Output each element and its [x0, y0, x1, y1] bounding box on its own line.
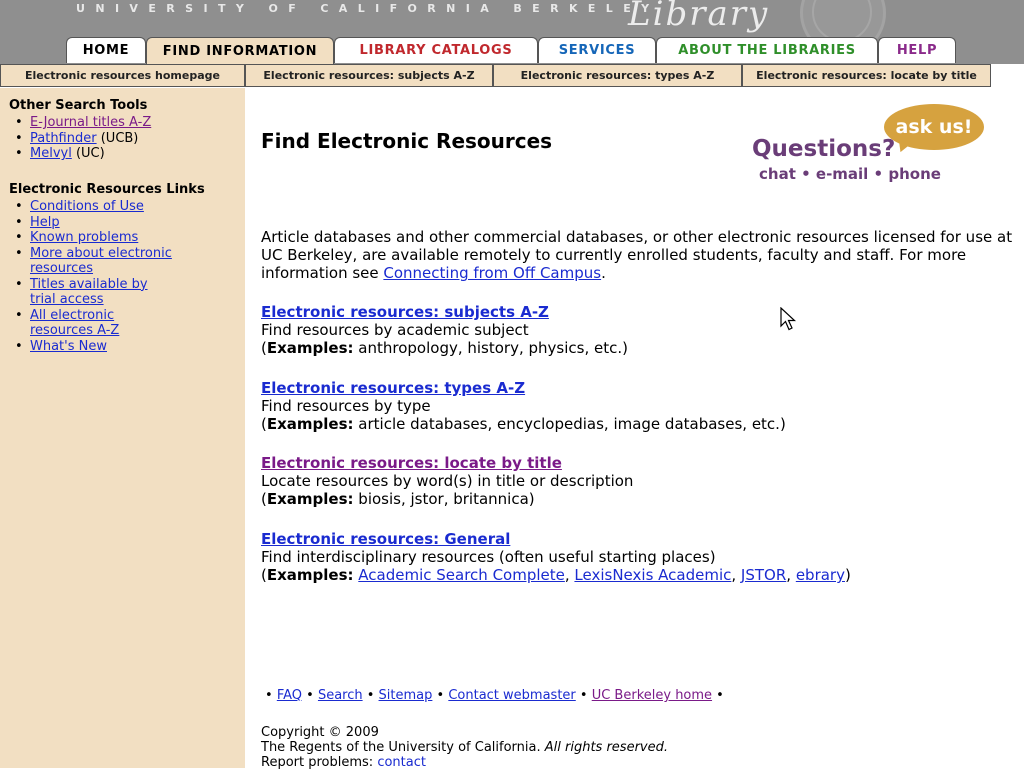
titles-trial-access-link[interactable]: Titles available by trial access — [30, 277, 148, 308]
rights-text: All rights reserved. — [544, 740, 668, 755]
help-link[interactable]: Help — [30, 215, 60, 230]
pathfinder-link[interactable]: Pathfinder — [30, 131, 97, 146]
intro-end: . — [601, 264, 606, 282]
academic-search-complete-link[interactable]: Academic Search Complete — [358, 566, 565, 584]
examples-label: Examples: — [266, 339, 354, 357]
examples-label: Examples: — [266, 415, 354, 433]
faq-link[interactable]: FAQ — [277, 688, 302, 703]
copyright: Copyright © 2009 The Regents of the Univ… — [261, 725, 668, 770]
list-item: Titles available by trial access — [9, 277, 170, 308]
intro-paragraph: Article databases and other commercial d… — [261, 228, 1016, 282]
intro-text: Article databases and other commercial d… — [261, 228, 1013, 282]
connecting-off-campus-link[interactable]: Connecting from Off Campus — [383, 264, 601, 282]
tab-find-information[interactable]: FIND INFORMATION — [146, 37, 334, 65]
examples-label: Examples: — [266, 490, 354, 508]
list-item: What's New — [9, 339, 209, 355]
subjects-a-z-link[interactable]: Electronic resources: subjects A-Z — [261, 303, 549, 321]
contact-webmaster-link[interactable]: Contact webmaster — [448, 688, 575, 703]
types-a-z-link[interactable]: Electronic resources: types A-Z — [261, 379, 525, 397]
page-title: Find Electronic Resources — [261, 129, 553, 153]
examples-text: biosis, jstor, britannica — [358, 490, 529, 508]
section-general: Electronic resources: General Find inter… — [261, 530, 851, 584]
ebrary-link[interactable]: ebrary — [796, 566, 845, 584]
copyright-line: The Regents of the University of Califor… — [261, 740, 668, 755]
section-description: Find resources by type — [261, 397, 431, 415]
electronic-resources-links-heading: Electronic Resources Links — [9, 182, 205, 197]
list-item: Help — [9, 215, 209, 231]
tab-library-catalogs[interactable]: LIBRARY CATALOGS — [334, 37, 538, 63]
section-subjects: Electronic resources: subjects A-Z Find … — [261, 303, 628, 357]
list-item: More about electronic resources — [9, 246, 195, 277]
section-examples: (Examples: article databases, encycloped… — [261, 415, 786, 433]
known-problems-link[interactable]: Known problems — [30, 230, 138, 245]
section-locate-by-title: Electronic resources: locate by title Lo… — [261, 454, 633, 508]
section-description: Find interdisciplinary resources (often … — [261, 548, 716, 566]
university-name: UNIVERSITY OF CALIFORNIA BERKELEY — [76, 2, 660, 15]
section-description: Find resources by academic subject — [261, 321, 529, 339]
subnav-subjects[interactable]: Electronic resources: subjects A-Z — [245, 64, 493, 87]
footer-links: • FAQ • Search • Sitemap • Contact webma… — [265, 688, 724, 703]
lexisnexis-academic-link[interactable]: LexisNexis Academic — [574, 566, 731, 584]
tab-home[interactable]: HOME — [66, 37, 146, 63]
section-description: Locate resources by word(s) in title or … — [261, 472, 634, 490]
tab-label: ABOUT THE LIBRARIES — [678, 43, 856, 58]
list-item: Melvyl (UC) — [9, 146, 151, 162]
melvyl-link[interactable]: Melvyl — [30, 146, 72, 161]
pathfinder-suffix: (UCB) — [96, 130, 139, 146]
list-item: Known problems — [9, 230, 209, 246]
regents-text: The Regents of the University of Califor… — [261, 740, 541, 755]
list-item: Conditions of Use — [9, 199, 209, 215]
electronic-resources-links-list: Conditions of Use Help Known problems Mo… — [9, 199, 209, 354]
subnav-homepage[interactable]: Electronic resources homepage — [0, 64, 245, 87]
list-item: E-Journal titles A-Z — [9, 115, 151, 131]
general-link[interactable]: Electronic resources: General — [261, 530, 510, 548]
tab-label: LIBRARY CATALOGS — [359, 43, 513, 58]
conditions-of-use-link[interactable]: Conditions of Use — [30, 199, 144, 214]
tab-label: HOME — [82, 43, 130, 58]
copyright-line: Copyright © 2009 — [261, 725, 379, 740]
other-search-tools-heading: Other Search Tools — [9, 98, 148, 113]
other-search-tools-list: E-Journal titles A-Z Pathfinder (UCB) Me… — [9, 115, 151, 162]
ask-us-label: ask us! — [895, 116, 973, 138]
list-item: Pathfinder (UCB) — [9, 131, 151, 147]
whats-new-link[interactable]: What's New — [30, 339, 107, 354]
ejournal-titles-link[interactable]: E-Journal titles A-Z — [30, 115, 151, 130]
examples-label: Examples: — [266, 566, 354, 584]
all-electronic-resources-link[interactable]: All electronic resources A-Z — [30, 308, 119, 339]
examples-text: anthropology, history, physics, etc. — [358, 339, 623, 357]
melvyl-suffix: (UC) — [71, 146, 105, 161]
examples-text: article databases, encyclopedias, image … — [358, 415, 780, 433]
section-examples: (Examples: biosis, jstor, britannica) — [261, 490, 535, 508]
contact-options[interactable]: chat • e-mail • phone — [759, 165, 941, 183]
locate-by-title-link[interactable]: Electronic resources: locate by title — [261, 454, 562, 472]
questions-heading[interactable]: Questions? — [752, 136, 895, 162]
sitemap-link[interactable]: Sitemap — [379, 688, 433, 703]
tab-label: FIND INFORMATION — [162, 44, 318, 59]
jstor-link[interactable]: JSTOR — [741, 566, 786, 584]
library-wordmark: Library — [628, 0, 770, 34]
subnav-types[interactable]: Electronic resources: types A-Z — [493, 64, 742, 87]
mouse-pointer-icon — [780, 307, 797, 331]
section-examples: (Examples: Academic Search Complete, Lex… — [261, 566, 851, 584]
tab-services[interactable]: SERVICES — [538, 37, 656, 63]
tab-about-the-libraries[interactable]: ABOUT THE LIBRARIES — [656, 37, 878, 63]
subnav-locate-by-title[interactable]: Electronic resources: locate by title — [742, 64, 991, 87]
more-about-electronic-resources-link[interactable]: More about electronic resources — [30, 246, 172, 277]
tab-help[interactable]: HELP — [878, 37, 956, 63]
list-item: All electronic resources A-Z — [9, 308, 150, 339]
search-link[interactable]: Search — [318, 688, 363, 703]
section-examples: (Examples: anthropology, history, physic… — [261, 339, 628, 357]
section-types: Electronic resources: types A-Z Find res… — [261, 379, 786, 433]
tab-label: HELP — [896, 43, 938, 58]
uc-berkeley-home-link[interactable]: UC Berkeley home — [592, 688, 712, 703]
tab-label: SERVICES — [558, 43, 636, 58]
